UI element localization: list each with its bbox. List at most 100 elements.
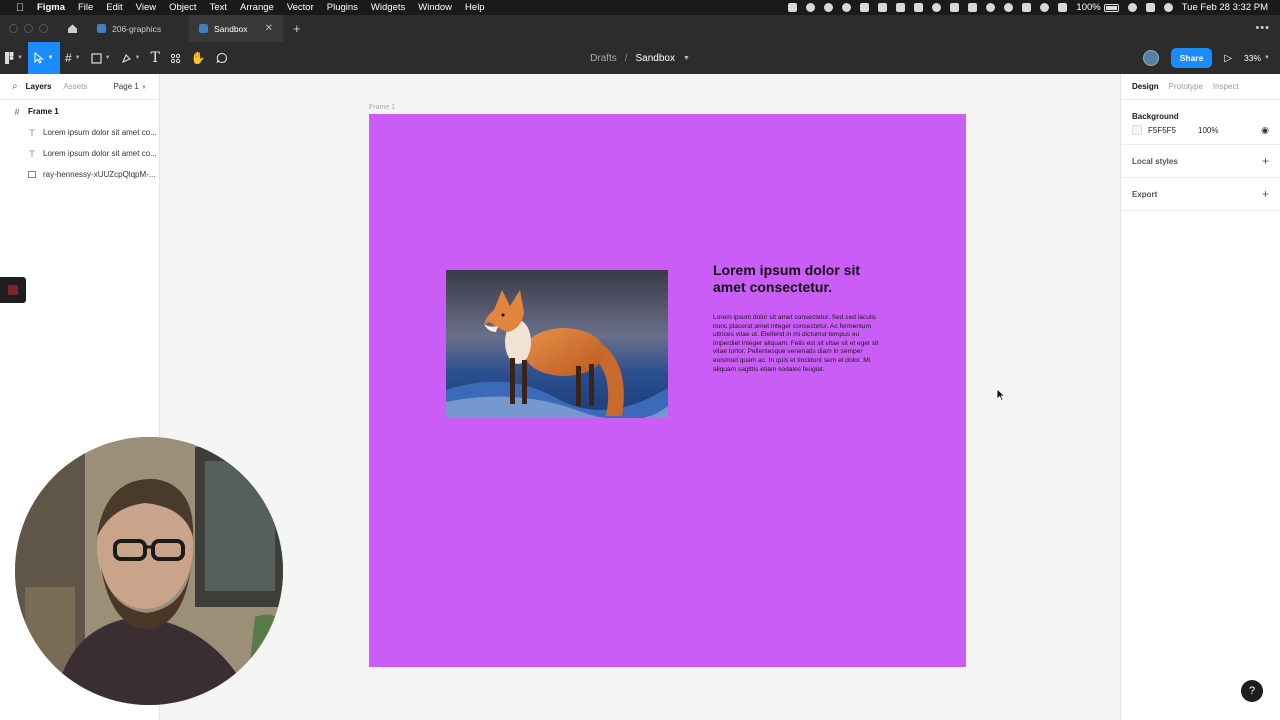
search-icon[interactable]: ⌕	[12, 81, 18, 92]
zoom-window-button[interactable]	[39, 24, 48, 33]
add-export-plus-icon[interactable]: +	[1262, 187, 1269, 201]
tab-label: 206-graphics	[112, 23, 162, 34]
present-play-icon[interactable]: ▷	[1224, 53, 1232, 64]
menu-help[interactable]: Help	[465, 2, 485, 13]
add-style-plus-icon[interactable]: +	[1262, 154, 1269, 168]
shape-tool-button[interactable]: ▼	[86, 42, 116, 74]
properties-panel: Design Prototype Inspect Background F5F5…	[1120, 74, 1280, 720]
menubar-clock[interactable]: Tue Feb 28 3:32 PM	[1182, 2, 1268, 13]
chevron-down-icon[interactable]: ▼	[683, 55, 690, 62]
tray-brightness-icon[interactable]	[932, 3, 942, 12]
tray-circle-icon[interactable]	[986, 3, 996, 12]
more-options-icon[interactable]: •••	[1255, 22, 1270, 34]
close-window-button[interactable]	[9, 24, 18, 33]
menu-app-figma[interactable]: Figma	[37, 2, 65, 13]
background-opacity-input[interactable]: 100%	[1198, 126, 1218, 135]
layer-frame-1[interactable]: # Frame 1	[0, 101, 159, 122]
menu-arrange[interactable]: Arrange	[240, 2, 274, 13]
export-title: Export	[1132, 189, 1158, 199]
layers-panel-header: ⌕ Layers Assets Page 1 ▼	[0, 74, 159, 100]
hand-tool-button[interactable]: ✋	[186, 42, 211, 74]
comment-tool-button[interactable]	[211, 42, 233, 74]
apple-menu-icon[interactable]: 	[11, 2, 29, 14]
text-t-icon: T	[29, 148, 35, 159]
tray-stack-icon[interactable]	[968, 3, 978, 12]
battery-indicator[interactable]: 100%	[1076, 2, 1119, 13]
tray-record-icon[interactable]	[842, 3, 852, 12]
fox-photo[interactable]	[446, 270, 668, 418]
recording-widget[interactable]	[0, 277, 26, 303]
control-center-icon[interactable]	[1145, 3, 1155, 12]
menu-edit[interactable]: Edit	[106, 2, 122, 13]
tray-pause-icon[interactable]	[1004, 3, 1014, 12]
siri-icon[interactable]	[1163, 3, 1173, 12]
menu-object[interactable]: Object	[169, 2, 196, 13]
cursor-arrow-icon	[34, 52, 45, 64]
avatar[interactable]	[1142, 50, 1159, 66]
figma-toolbar: ▼ ▼ # ▼ ▼ ▼ T ✋ Drafts / Sandbox ▼ Share…	[0, 42, 1280, 74]
tab-prototype[interactable]: Prototype	[1169, 82, 1203, 91]
close-tab-icon[interactable]: ✕	[265, 23, 273, 34]
tab-inspect[interactable]: Inspect	[1213, 82, 1239, 91]
tab-sandbox[interactable]: Sandbox ✕	[189, 15, 283, 42]
spotlight-search-icon[interactable]	[1127, 3, 1137, 12]
volume-icon[interactable]	[1058, 3, 1068, 12]
breadcrumb-drafts[interactable]: Drafts	[590, 53, 617, 64]
wifi-icon[interactable]	[1040, 3, 1050, 12]
eye-visibility-icon[interactable]: ◉	[1261, 125, 1269, 136]
tray-app-icon[interactable]	[788, 3, 798, 12]
chevron-down-icon: ▼	[1264, 55, 1270, 61]
tray-1password-icon[interactable]	[806, 3, 816, 12]
frame-tool-button[interactable]: # ▼	[60, 42, 86, 74]
zoom-menu[interactable]: 33% ▼	[1244, 53, 1270, 63]
tab-assets[interactable]: Assets	[63, 82, 87, 91]
layer-image[interactable]: ray-hennessy-xUUZcpQlqpM-...	[0, 164, 159, 185]
menu-widgets[interactable]: Widgets	[371, 2, 405, 13]
text-tool-button[interactable]: T	[146, 42, 165, 74]
page-selector[interactable]: Page 1 ▼	[113, 82, 147, 91]
resources-tool-button[interactable]	[165, 42, 186, 74]
file-name[interactable]: Sandbox	[636, 53, 675, 64]
tray-cloud-icon[interactable]	[860, 3, 870, 12]
bluetooth-icon[interactable]	[1022, 3, 1032, 12]
main-menu-button[interactable]: ▼	[0, 42, 28, 74]
tray-layout-icon[interactable]	[896, 3, 906, 12]
menu-file[interactable]: File	[78, 2, 93, 13]
background-fill-row[interactable]: F5F5F5 100% ◉	[1132, 122, 1269, 144]
menu-view[interactable]: View	[136, 2, 156, 13]
background-section: Background F5F5F5 100% ◉	[1121, 100, 1280, 145]
figma-file-icon	[97, 24, 106, 33]
color-swatch[interactable]	[1132, 125, 1142, 135]
move-tool-button[interactable]: ▼	[27, 42, 60, 74]
tray-rocket-icon[interactable]	[878, 3, 888, 12]
figma-tab-bar: 206-graphics Sandbox ✕ + •••	[0, 15, 1280, 42]
canvas-heading[interactable]: Lorem ipsum dolor sit amet consectetur.	[713, 262, 883, 296]
layer-text-2[interactable]: T Lorem ipsum dolor sit amet co...	[0, 143, 159, 164]
text-t-icon: T	[29, 127, 35, 138]
webcam-overlay	[15, 437, 283, 705]
tray-gear-icon[interactable]	[824, 3, 834, 12]
tab-206-graphics[interactable]: 206-graphics	[87, 15, 181, 42]
pen-tool-button[interactable]: ▼	[116, 42, 146, 74]
share-button[interactable]: Share	[1170, 48, 1213, 68]
frame-label[interactable]: Frame 1	[369, 104, 395, 111]
frame-1-artboard[interactable]: Lorem ipsum dolor sit amet consectetur. …	[369, 114, 966, 667]
tab-layers[interactable]: Layers	[26, 82, 52, 91]
new-tab-plus-icon[interactable]: +	[293, 21, 301, 36]
minimize-window-button[interactable]	[24, 24, 33, 33]
canvas-body-text[interactable]: Lorem ipsum dolor sit amet consectetur. …	[713, 314, 885, 374]
menu-vector[interactable]: Vector	[287, 2, 314, 13]
home-icon[interactable]	[65, 22, 79, 36]
tab-design[interactable]: Design	[1132, 82, 1159, 91]
layer-text-1[interactable]: T Lorem ipsum dolor sit amet co...	[0, 122, 159, 143]
help-question-icon[interactable]: ?	[1241, 680, 1263, 702]
menu-window[interactable]: Window	[418, 2, 452, 13]
menu-text[interactable]: Text	[210, 2, 227, 13]
menu-plugins[interactable]: Plugins	[327, 2, 358, 13]
tray-chart-icon[interactable]	[914, 3, 924, 12]
local-styles-row: Local styles +	[1132, 145, 1269, 177]
background-hex-input[interactable]: F5F5F5	[1148, 126, 1176, 135]
status-tray: 100% Tue Feb 28 3:32 PM	[788, 0, 1268, 15]
breadcrumb-separator: /	[624, 52, 628, 64]
tray-calendar-icon[interactable]	[950, 3, 960, 12]
